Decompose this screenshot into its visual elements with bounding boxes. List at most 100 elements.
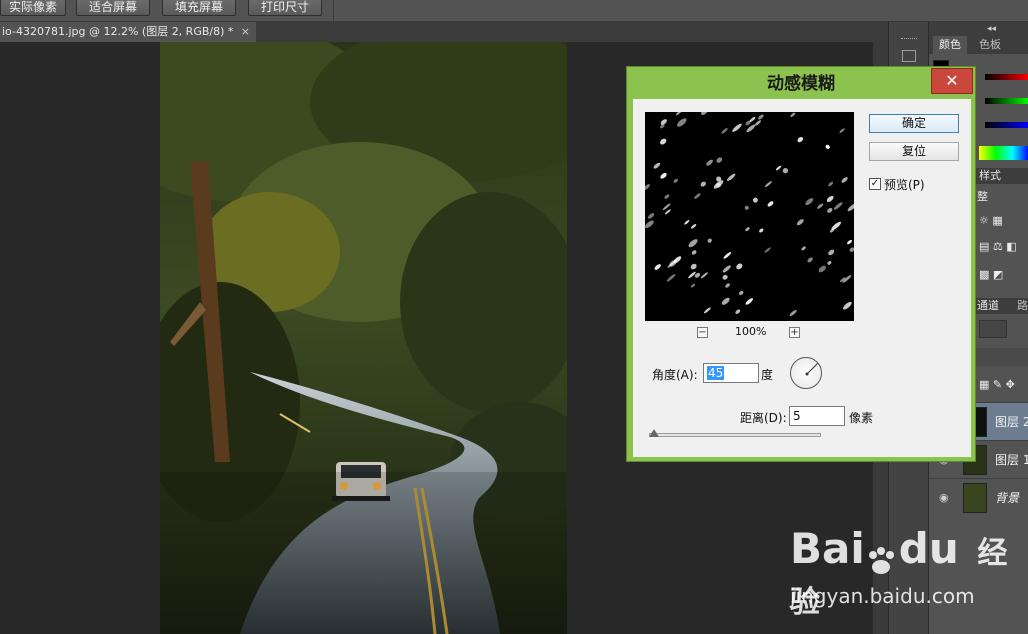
document-tab-strip: io-4320781.jpg @ 12.2% (图层 2, RGB/8) * ×	[0, 22, 888, 42]
filter-preview[interactable]	[645, 112, 854, 321]
distance-input[interactable]: 5	[789, 406, 845, 426]
snow-streak	[721, 128, 728, 134]
snow-streak	[849, 247, 854, 253]
tab-paths[interactable]: 路	[1017, 298, 1028, 314]
distance-slider-thumb[interactable]	[649, 429, 659, 437]
snow-streak	[759, 228, 764, 233]
zoom-in-button[interactable]: +	[789, 327, 800, 338]
distance-slider-track[interactable]	[649, 433, 821, 437]
snow-streak	[694, 193, 701, 199]
blend-mode-select[interactable]	[979, 320, 1007, 338]
preview-checkbox[interactable]: ✓	[869, 178, 881, 190]
tab-channels[interactable]: 通道	[977, 298, 999, 314]
preview-zoom-level: 100%	[735, 325, 767, 338]
snow-streak	[736, 263, 743, 270]
document-tab[interactable]: io-4320781.jpg @ 12.2% (图层 2, RGB/8) * ×	[0, 22, 256, 42]
snow-streak	[726, 173, 736, 181]
photo-canvas[interactable]	[160, 42, 567, 634]
watermark-brand-bai: Bai	[790, 524, 865, 573]
snow-streak	[684, 220, 690, 225]
actual-pixels-button[interactable]: 实际像素	[0, 0, 66, 16]
distance-unit: 像素	[849, 411, 874, 425]
angle-label: 角度(A):	[652, 368, 698, 382]
adjustment-icons-row-2[interactable]: ▤ ⚖ ◧	[979, 240, 1027, 254]
ok-button[interactable]: 确定	[869, 114, 959, 133]
snow-streak	[645, 220, 654, 229]
watermark-url: jingyan.baidu.com	[790, 584, 975, 608]
snow-streak	[818, 265, 826, 273]
snow-streak	[675, 112, 683, 116]
blue-slider[interactable]	[985, 122, 1028, 128]
snow-streak	[716, 157, 723, 163]
visibility-eye-icon[interactable]: ◉	[939, 491, 949, 504]
snow-streak	[775, 165, 782, 171]
snow-streak	[706, 159, 713, 166]
tab-styles[interactable]: 样式	[979, 168, 1001, 184]
snow-streak	[841, 177, 848, 183]
dialog-body: 确定 复位 ✓ 预览(P) − 100% + 角度(A): 45 度 距离(D)…	[633, 99, 971, 457]
options-bar: 实际像素 适合屏幕 填充屏幕 打印尺寸	[0, 0, 1028, 22]
snow-streak	[725, 283, 730, 288]
adjustment-icons-row-1[interactable]: ☼ ▦	[979, 214, 1027, 228]
snow-streak	[764, 181, 772, 188]
layer-row[interactable]: ◉ 背景	[929, 478, 1028, 516]
snow-streak	[782, 168, 789, 174]
adjustment-icons-row-3[interactable]: ▩ ◩	[979, 268, 1027, 282]
snow-streak	[805, 198, 814, 206]
snow-streak	[700, 272, 708, 279]
preview-label: 预览(P)	[884, 178, 925, 192]
snow-streak	[690, 223, 697, 229]
angle-dial[interactable]	[790, 357, 822, 389]
color-panel-tabs: 颜色 色板	[929, 36, 1028, 54]
print-size-button[interactable]: 打印尺寸	[248, 0, 322, 16]
tab-color[interactable]: 颜色	[933, 36, 967, 54]
collapse-panels-button[interactable]: ◂◂	[929, 22, 1028, 36]
grip-icon[interactable]	[901, 38, 917, 41]
snow-streak	[739, 290, 744, 295]
snow-streak	[690, 283, 696, 288]
snow-streak	[767, 201, 774, 207]
snow-streak	[732, 123, 742, 132]
snow-streak	[688, 239, 698, 248]
snow-streak	[701, 112, 708, 115]
snow-streak	[707, 238, 712, 243]
red-slider[interactable]	[985, 74, 1028, 80]
adjustments-label: 整	[977, 190, 988, 203]
snow-streak	[723, 252, 732, 259]
snow-streak	[801, 246, 806, 251]
snow-streak	[745, 298, 754, 305]
forest-road-image	[160, 42, 567, 634]
lock-icons-row[interactable]: ▦ ✎ ✥	[979, 378, 1027, 392]
snow-streak	[796, 219, 804, 226]
close-icon[interactable]: ✕	[931, 68, 973, 94]
snow-streak	[790, 112, 796, 117]
snow-streak	[826, 195, 834, 202]
snow-streak	[828, 249, 835, 256]
snow-streak	[703, 307, 711, 314]
close-tab-icon[interactable]: ×	[241, 22, 250, 42]
fit-screen-button[interactable]: 适合屏幕	[76, 0, 150, 16]
snow-streak	[653, 162, 661, 169]
snow-streak	[817, 203, 824, 209]
zoom-out-button[interactable]: −	[697, 327, 708, 338]
tab-swatches[interactable]: 色板	[973, 36, 1007, 54]
color-spectrum-bar[interactable]	[979, 146, 1028, 160]
green-slider[interactable]	[985, 98, 1028, 104]
history-icon[interactable]	[902, 50, 916, 62]
layer-name: 背景	[995, 491, 1020, 505]
angle-dial-needle	[805, 362, 819, 376]
paw-icon	[865, 537, 899, 574]
fill-screen-button[interactable]: 填充屏幕	[162, 0, 236, 16]
snow-streak	[752, 197, 758, 203]
snow-streak	[839, 128, 845, 134]
snow-streak	[825, 144, 830, 150]
snow-streak	[843, 301, 852, 310]
angle-input[interactable]: 45	[703, 363, 759, 383]
dialog-title: 动感模糊	[767, 74, 835, 94]
reset-button[interactable]: 复位	[869, 142, 959, 161]
layer-thumbnail	[963, 483, 987, 513]
snow-streak	[754, 120, 762, 126]
snow-streak	[647, 213, 655, 219]
snow-streak	[691, 250, 697, 255]
baidu-watermark: Bai du 经验 jingyan.baidu.com	[790, 520, 1020, 620]
